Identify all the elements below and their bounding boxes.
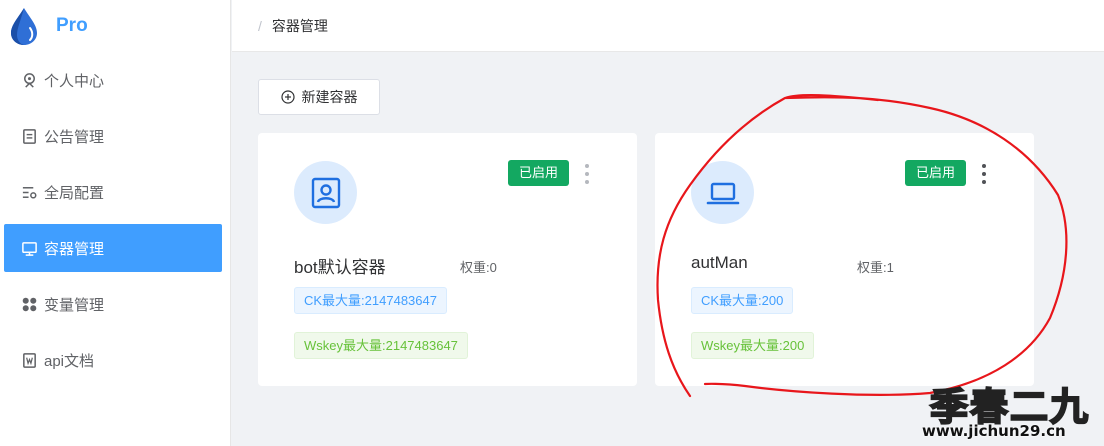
container-weight: 权重:0 — [460, 260, 497, 275]
sidebar-nav: 个人中心 公告管理 全局配置 容器管理 变量管理 api文档 — [4, 56, 222, 392]
sidebar-item-variables[interactable]: 变量管理 — [4, 280, 222, 328]
container-card: 已启用 autMan 权重:1 CK最大量:200 Wskey最大量:200 — [655, 133, 1034, 386]
sidebar-item-label: api文档 — [44, 352, 95, 370]
container-name: bot默认容器 — [294, 258, 386, 277]
sidebar-item-label: 变量管理 — [44, 296, 105, 314]
sidebar-item-label: 个人中心 — [44, 72, 105, 90]
wskey-max-tag: Wskey最大量:200 — [691, 332, 815, 359]
watermark-url: www.jichun29.cn — [922, 422, 1066, 440]
status-badge: 已启用 — [905, 160, 967, 186]
wskey-max-tag: Wskey最大量:2147483647 — [294, 332, 468, 359]
ck-max-tag: CK最大量:2147483647 — [294, 287, 447, 314]
breadcrumb-separator: / — [258, 17, 262, 34]
monitor-icon — [20, 239, 38, 257]
user-profile-icon — [294, 161, 357, 224]
more-options-icon[interactable] — [579, 161, 595, 187]
user-center-icon — [20, 71, 38, 89]
droplet-logo-icon — [11, 8, 37, 45]
sidebar-item-announcements[interactable]: 公告管理 — [4, 112, 222, 160]
breadcrumb-current: 容器管理 — [271, 17, 328, 34]
new-container-button[interactable]: 新建容器 — [258, 79, 380, 115]
container-name: autMan — [691, 253, 748, 272]
status-badge: 已启用 — [508, 160, 570, 186]
app-root: Pro 个人中心 公告管理 全局配置 容器管理 变量管理 api文档 / 容器管… — [0, 0, 1104, 446]
ck-max-tag: CK最大量:200 — [691, 287, 794, 314]
logo-text: Pro — [56, 15, 88, 36]
sidebar-item-label: 全局配置 — [44, 184, 105, 202]
document-icon — [20, 351, 38, 369]
variables-icon — [20, 295, 38, 313]
container-weight: 权重:1 — [857, 260, 894, 275]
laptop-icon — [691, 161, 754, 224]
sidebar-item-container-management[interactable]: 容器管理 — [4, 224, 222, 272]
sidebar-item-api-docs[interactable]: api文档 — [4, 336, 222, 384]
sidebar-item-label: 公告管理 — [44, 128, 105, 146]
more-options-icon[interactable] — [976, 161, 992, 187]
plus-circle-icon — [280, 90, 295, 104]
container-card: 已启用 bot默认容器 权重:0 CK最大量:2147483647 Wskey最… — [258, 133, 637, 386]
sidebar-item-label: 容器管理 — [44, 240, 105, 258]
breadcrumb: / 容器管理 — [232, 0, 1104, 52]
sidebar: Pro 个人中心 公告管理 全局配置 容器管理 变量管理 api文档 — [0, 0, 231, 446]
sidebar-item-user-center[interactable]: 个人中心 — [4, 56, 222, 104]
new-container-label: 新建容器 — [301, 89, 358, 105]
announcement-icon — [20, 127, 38, 145]
sidebar-item-global-config[interactable]: 全局配置 — [4, 168, 222, 216]
logo[interactable]: Pro — [8, 6, 88, 46]
global-config-icon — [20, 183, 38, 201]
watermark: 季春二九 www.jichun29.cn — [918, 372, 1104, 446]
